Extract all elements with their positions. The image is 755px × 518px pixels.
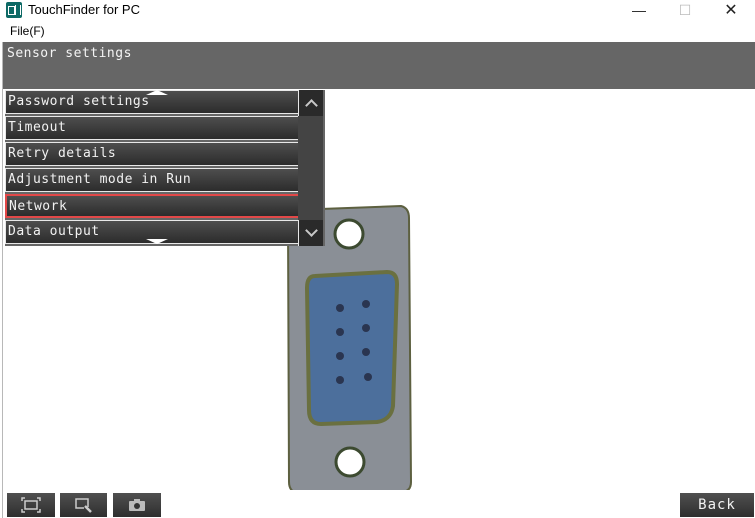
window-title: TouchFinder for PC	[28, 2, 140, 17]
mounting-hole-bottom	[334, 446, 366, 478]
app-icon	[6, 2, 22, 18]
chevron-up-icon	[304, 99, 318, 112]
menu-item-label: Password settings	[8, 94, 150, 109]
menu-item-adjustment-mode[interactable]: Adjustment mode in Run	[5, 168, 300, 192]
menu-item-label: Retry details	[8, 146, 117, 161]
menu-item-timeout[interactable]: Timeout	[5, 116, 300, 140]
close-icon: ✕	[724, 2, 738, 19]
zoom-area-button[interactable]	[60, 493, 107, 517]
chevron-down-icon	[304, 224, 318, 237]
maximize-icon: ☐	[678, 1, 692, 18]
menu-item-label: Timeout	[8, 120, 67, 135]
minimize-button[interactable]: —	[616, 0, 662, 20]
settings-menu-list: Password settings Timeout Retry details …	[5, 90, 325, 246]
zoom-area-icon	[74, 498, 92, 513]
more-above-indicator-icon	[146, 90, 168, 95]
fit-view-button[interactable]	[7, 493, 55, 517]
minimize-icon: —	[632, 2, 646, 18]
menu-bar: File(F)	[0, 21, 755, 41]
menu-item-data-output[interactable]: Data output	[5, 220, 300, 244]
title-bar: TouchFinder for PC — ☐ ✕	[0, 0, 755, 20]
mounting-hole-top	[333, 218, 365, 250]
header-bar: Sensor settings	[3, 42, 755, 89]
page-title: Sensor settings	[7, 46, 132, 61]
main-area: Sensor settings Password settings Timeou…	[2, 42, 755, 518]
scroll-down-button[interactable]	[298, 220, 323, 246]
menu-item-retry-details[interactable]: Retry details	[5, 142, 300, 166]
fit-screen-icon	[21, 497, 41, 513]
scroll-up-button[interactable]	[298, 90, 323, 116]
capture-image-button[interactable]	[113, 493, 161, 517]
more-below-indicator-icon	[146, 239, 168, 244]
close-button[interactable]: ✕	[708, 0, 754, 20]
menu-item-label: Adjustment mode in Run	[8, 172, 192, 187]
connector-image	[286, 204, 413, 490]
menu-file[interactable]: File(F)	[10, 24, 45, 38]
list-scrollbar[interactable]	[298, 90, 323, 246]
menu-item-label: Data output	[8, 224, 100, 239]
menu-item-label: Network	[9, 199, 68, 214]
maximize-button[interactable]: ☐	[662, 0, 708, 20]
menu-item-password-settings[interactable]: Password settings	[5, 90, 300, 114]
camera-icon	[129, 499, 145, 511]
menu-item-network[interactable]: Network	[5, 194, 300, 218]
back-button[interactable]: Back	[680, 493, 754, 517]
